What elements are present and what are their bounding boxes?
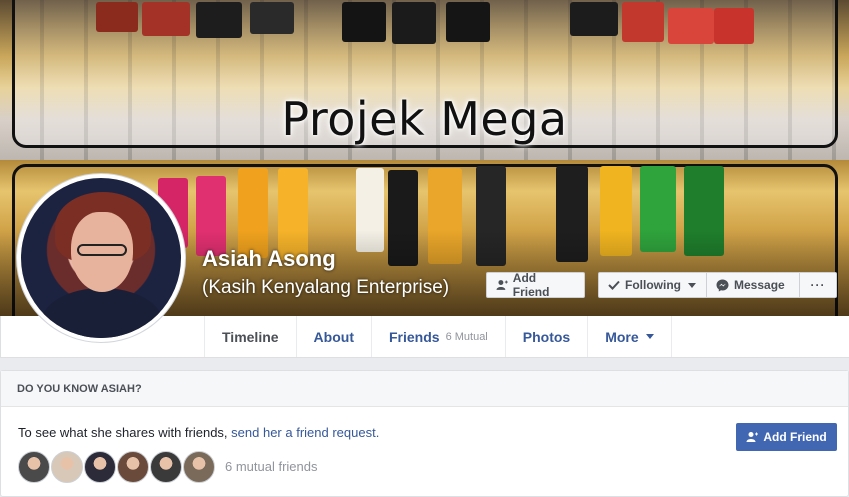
tab-about[interactable]: About (297, 316, 372, 357)
tab-more-label: More (605, 328, 639, 345)
cake-piece (668, 8, 714, 44)
checkmark-icon (608, 280, 620, 290)
chevron-down-icon (645, 334, 654, 339)
cake-piece (392, 2, 436, 44)
do-you-know-card: DO YOU KNOW ASIAH? To see what she share… (0, 370, 849, 497)
avatar[interactable] (117, 451, 149, 483)
mutual-friends-avatars (18, 451, 215, 483)
avatar[interactable] (150, 451, 182, 483)
add-friend-primary-label: Add Friend (763, 430, 827, 444)
avatar[interactable] (51, 451, 83, 483)
tab-more[interactable]: More (588, 316, 672, 357)
cake-piece (196, 2, 242, 38)
card-text-prefix: To see what she shares with friends, (18, 425, 232, 440)
cover-title: Projek Mega (281, 92, 568, 146)
profile-actions: Add Friend Following Message ··· (486, 271, 837, 299)
cake-piece (622, 2, 664, 42)
card-header: DO YOU KNOW ASIAH? (1, 371, 848, 407)
following-button[interactable]: Following (598, 272, 707, 298)
profile-glasses-shape (77, 244, 127, 256)
tab-photos[interactable]: Photos (506, 316, 589, 357)
avatar[interactable] (18, 451, 50, 483)
profile-photo (21, 178, 181, 338)
chevron-down-icon (688, 282, 696, 288)
profile-tabs: Timeline About Friends 6 Mutual Photos M… (204, 316, 672, 357)
cake-piece (342, 2, 386, 42)
profile-alternate-name: (Kasih Kenyalang Enterprise) (202, 277, 450, 298)
following-label: Following (625, 278, 681, 292)
cake-piece (250, 2, 294, 34)
avatar[interactable] (183, 451, 215, 483)
profile-picture[interactable] (16, 173, 186, 343)
tab-friends[interactable]: Friends 6 Mutual (372, 316, 506, 357)
add-friend-icon (746, 432, 759, 442)
cake-piece (570, 2, 618, 36)
cake-piece (446, 2, 490, 42)
profile-name[interactable]: Asiah Asong (202, 246, 336, 272)
cake-piece (142, 2, 190, 36)
tab-timeline[interactable]: Timeline (204, 316, 297, 357)
message-label: Message (734, 278, 785, 292)
send-friend-request-link[interactable]: send her a friend request. (231, 425, 379, 440)
add-friend-label: Add Friend (512, 271, 550, 299)
profile-body-shape (41, 288, 163, 338)
card-text: To see what she shares with friends, sen… (18, 425, 379, 440)
more-dots-icon: ··· (810, 278, 826, 292)
tab-friends-mutual-count: 6 Mutual (445, 330, 488, 343)
cake-piece (714, 8, 754, 44)
avatar[interactable] (84, 451, 116, 483)
tab-friends-label: Friends (388, 328, 440, 345)
messenger-icon (716, 279, 729, 291)
cake-piece (96, 2, 138, 32)
add-friend-icon (496, 280, 508, 290)
more-options-button[interactable]: ··· (800, 272, 837, 298)
message-button[interactable]: Message (707, 272, 800, 298)
add-friend-button[interactable]: Add Friend (486, 271, 585, 299)
add-friend-primary-button[interactable]: Add Friend (736, 423, 837, 451)
mutual-friends-count[interactable]: 6 mutual friends (225, 459, 318, 474)
